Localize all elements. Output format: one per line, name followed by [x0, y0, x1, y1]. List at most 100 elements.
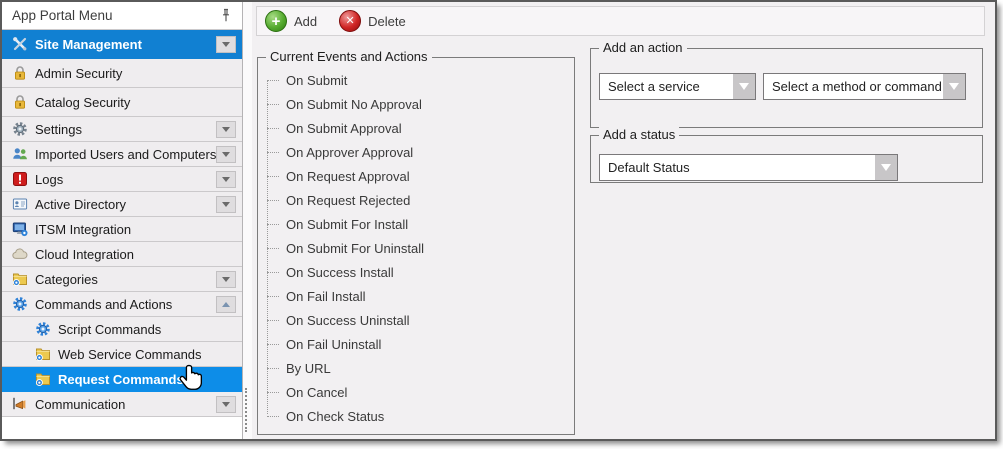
method-dropdown-button[interactable] [943, 74, 965, 99]
sidebar-item-communication[interactable]: Communication [2, 392, 242, 417]
sidebar-item-label: Categories [35, 272, 216, 287]
expander-button[interactable] [216, 271, 236, 288]
tree-connector-icon [267, 200, 279, 201]
megaphone-icon [11, 396, 28, 413]
delete-button[interactable]: ✕ Delete [339, 10, 406, 32]
tree-item-label: By URL [286, 361, 331, 376]
tree-item-label: On Approver Approval [286, 145, 413, 160]
sidebar-item-label: Active Directory [35, 197, 216, 212]
sidebar-item-label: Settings [35, 122, 216, 137]
expander-button[interactable] [216, 121, 236, 138]
tree-item-on-approver-approval[interactable]: On Approver Approval [258, 140, 574, 164]
sidebar-item-label: Imported Users and Computers [35, 147, 216, 162]
add-button[interactable]: + Add [265, 10, 317, 32]
tree-item-label: On Fail Install [286, 289, 365, 304]
action-groupbox-title: Add an action [599, 40, 687, 55]
sidebar-item-admin-security[interactable]: Admin Security [2, 59, 242, 88]
tree-item-on-submit-approval[interactable]: On Submit Approval [258, 116, 574, 140]
add-icon: + [265, 10, 287, 32]
chevron-down-icon [222, 127, 230, 132]
sidebar-item-label: Cloud Integration [35, 247, 236, 262]
gear-blue-icon [34, 321, 51, 338]
sidebar-item-catalog-security[interactable]: Catalog Security [2, 88, 242, 117]
main-panel: + Add ✕ Delete Current Events and Action… [252, 2, 995, 439]
app-window: App Portal Menu Site Management Admin Se… [0, 0, 997, 441]
tree-connector-icon [267, 368, 279, 369]
expander-button[interactable] [216, 296, 236, 313]
sidebar-item-imported-users-and-computers[interactable]: Imported Users and Computers [2, 142, 242, 167]
sidebar-item-cloud-integration[interactable]: Cloud Integration [2, 242, 242, 267]
lock-icon [11, 94, 28, 111]
tree-connector-icon [267, 320, 279, 321]
action-groupbox: Add an action Select a service Select a … [590, 48, 983, 128]
tree-item-on-submit-for-install[interactable]: On Submit For Install [258, 212, 574, 236]
sidebar-item-itsm-integration[interactable]: ITSM Integration [2, 217, 242, 242]
sidebar-item-label: Script Commands [58, 322, 236, 337]
tree-item-label: On Cancel [286, 385, 347, 400]
tree-connector-icon [267, 272, 279, 273]
tree-connector-icon [267, 344, 279, 345]
status-groupbox-title: Add a status [599, 127, 679, 142]
sidebar-splitter[interactable] [243, 2, 252, 439]
pin-icon[interactable] [217, 7, 234, 24]
tree-item-label: On Success Install [286, 265, 394, 280]
sidebar: App Portal Menu Site Management Admin Se… [2, 2, 252, 439]
chevron-down-icon [222, 42, 230, 47]
tree-item-label: On Check Status [286, 409, 384, 424]
delete-button-label: Delete [368, 14, 406, 29]
tree-item-on-fail-uninstall[interactable]: On Fail Uninstall [258, 332, 574, 356]
expander-button[interactable] [216, 146, 236, 163]
lock-icon [11, 65, 28, 82]
tree-item-on-fail-install[interactable]: On Fail Install [258, 284, 574, 308]
cloud-icon [11, 246, 28, 263]
tree-item-label: On Submit For Uninstall [286, 241, 424, 256]
tree-item-on-submit[interactable]: On Submit [258, 68, 574, 92]
chevron-down-icon [222, 202, 230, 207]
sidebar-item-web-service-commands[interactable]: Web Service Commands [2, 342, 242, 367]
sidebar-item-request-commands[interactable]: Request Commands [2, 367, 242, 392]
tree-item-label: On Submit Approval [286, 121, 402, 136]
tree-item-on-submit-no-approval[interactable]: On Submit No Approval [258, 92, 574, 116]
tree-connector-icon [267, 152, 279, 153]
method-dropdown-value: Select a method or command [764, 74, 943, 99]
sidebar-item-settings[interactable]: Settings [2, 117, 242, 142]
gear-blue-icon [11, 296, 28, 313]
sidebar-item-site-management[interactable]: Site Management [2, 30, 242, 59]
tree-item-on-cancel[interactable]: On Cancel [258, 380, 574, 404]
sidebar-item-active-directory[interactable]: Active Directory [2, 192, 242, 217]
tree-item-by-url[interactable]: By URL [258, 356, 574, 380]
method-dropdown[interactable]: Select a method or command [763, 73, 966, 100]
sidebar-item-logs[interactable]: Logs [2, 167, 242, 192]
status-dropdown-button[interactable] [875, 155, 897, 180]
tree-item-on-request-rejected[interactable]: On Request Rejected [258, 188, 574, 212]
service-dropdown[interactable]: Select a service [599, 73, 756, 100]
sidebar-item-commands-and-actions[interactable]: Commands and Actions [2, 292, 242, 317]
tree-item-on-success-uninstall[interactable]: On Success Uninstall [258, 308, 574, 332]
expander-button[interactable] [216, 196, 236, 213]
gear-icon [11, 121, 28, 138]
tree-item-on-request-approval[interactable]: On Request Approval [258, 164, 574, 188]
tree-item-on-check-status[interactable]: On Check Status [258, 404, 574, 428]
expander-button[interactable] [216, 396, 236, 413]
chevron-down-icon [949, 83, 959, 90]
service-dropdown-button[interactable] [733, 74, 755, 99]
status-dropdown[interactable]: Default Status [599, 154, 898, 181]
tree-item-label: On Submit For Install [286, 217, 408, 232]
tools-icon [11, 36, 28, 53]
expander-button[interactable] [216, 171, 236, 188]
sidebar-header: App Portal Menu [2, 2, 242, 30]
sidebar-list: Site Management Admin Security Catalog S… [2, 30, 242, 417]
folder-gear-icon [34, 371, 51, 388]
tree-connector-icon [267, 224, 279, 225]
sidebar-item-categories[interactable]: Categories [2, 267, 242, 292]
splitter-grip-icon[interactable] [245, 388, 247, 432]
sidebar-rows: App Portal Menu Site Management Admin Se… [2, 2, 243, 439]
tree-item-on-submit-for-uninstall[interactable]: On Submit For Uninstall [258, 236, 574, 260]
tree-item-on-success-install[interactable]: On Success Install [258, 260, 574, 284]
folder-gear-icon [11, 271, 28, 288]
sidebar-item-label: ITSM Integration [35, 222, 236, 237]
sidebar-item-script-commands[interactable]: Script Commands [2, 317, 242, 342]
sidebar-item-label: Site Management [35, 37, 216, 52]
expander-button[interactable] [216, 36, 236, 53]
tree-connector-icon [267, 248, 279, 249]
